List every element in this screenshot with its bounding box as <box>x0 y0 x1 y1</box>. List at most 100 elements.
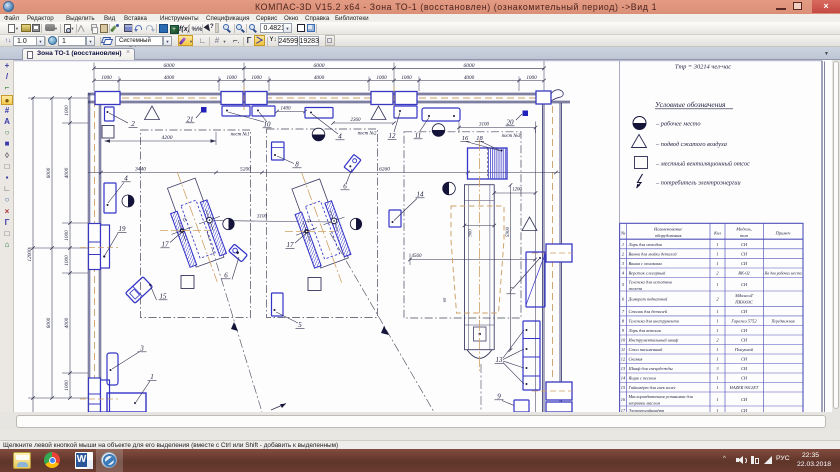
svg-text:Модель,: Модель, <box>735 227 752 233</box>
svg-text:пост №3: пост №3 <box>502 133 521 139</box>
svg-text:заправки маслом: заправки маслом <box>628 400 661 405</box>
svg-text:6000: 6000 <box>464 63 475 69</box>
svg-text:4200: 4200 <box>162 134 173 141</box>
svg-text:13: 13 <box>496 356 504 364</box>
svg-text:9: 9 <box>497 393 501 401</box>
svg-text:СИ: СИ <box>741 366 748 371</box>
svg-text:На два рабочих места: На два рабочих места <box>763 272 801 276</box>
svg-text:1: 1 <box>716 282 718 287</box>
svg-text:СИ: СИ <box>741 282 748 287</box>
svg-text:1400: 1400 <box>281 107 292 112</box>
svg-text:3100: 3100 <box>479 122 490 127</box>
svg-text:2: 2 <box>716 271 719 276</box>
svg-text:12000: 12000 <box>27 248 33 261</box>
svg-text:СИ: СИ <box>741 309 748 314</box>
svg-text:4000: 4000 <box>63 317 70 328</box>
svg-text:Условные обозначения: Условные обозначения <box>655 100 726 109</box>
svg-text:Передвижная: Передвижная <box>770 320 794 324</box>
svg-text:20: 20 <box>507 119 515 127</box>
svg-text:Тележка для остатков: Тележка для остатков <box>629 280 672 285</box>
svg-text:– рабочее место: – рабочее место <box>655 121 700 128</box>
svg-text:7: 7 <box>622 309 625 314</box>
svg-text:6: 6 <box>622 296 625 301</box>
svg-text:ВК-02: ВК-02 <box>738 271 750 276</box>
svg-text:6: 6 <box>343 183 347 191</box>
svg-text:Ванна для мойки деталей: Ванна для мойки деталей <box>629 251 678 256</box>
svg-text:10: 10 <box>621 338 626 343</box>
svg-text:8: 8 <box>295 161 299 169</box>
svg-text:№: № <box>620 231 626 236</box>
svg-text:6: 6 <box>224 272 228 280</box>
svg-text:1000: 1000 <box>101 75 112 81</box>
svg-text:4000: 4000 <box>63 167 70 178</box>
svg-text:1000: 1000 <box>64 380 70 391</box>
svg-text:17: 17 <box>162 241 170 249</box>
svg-text:14: 14 <box>417 191 425 199</box>
svg-text:– подвод сжатого воздуха: – подвод сжатого воздуха <box>655 141 727 148</box>
svg-text:Ларь для ветоши: Ларь для ветоши <box>628 328 662 333</box>
svg-text:1: 1 <box>716 328 718 333</box>
svg-text:1: 1 <box>716 309 718 314</box>
svg-text:1: 1 <box>150 373 154 381</box>
svg-text:1: 1 <box>716 376 718 381</box>
svg-text:5200: 5200 <box>240 166 251 172</box>
svg-text:3: 3 <box>716 366 719 371</box>
svg-text:2: 2 <box>716 296 719 301</box>
svg-text:1000: 1000 <box>526 75 537 81</box>
svg-text:Маслораздаточная установка для: Маслораздаточная установка для <box>628 394 693 399</box>
svg-text:Наименование: Наименование <box>653 227 682 232</box>
svg-text:8: 8 <box>622 319 625 324</box>
svg-text:1: 1 <box>716 242 718 247</box>
svg-text:21: 21 <box>187 116 194 124</box>
svg-text:1: 1 <box>622 242 624 247</box>
svg-text:4000: 4000 <box>164 74 175 81</box>
svg-text:– местный вентиляционный отсо: – местный вентиляционный отсос <box>655 161 750 168</box>
svg-text:6000: 6000 <box>46 317 52 328</box>
svg-text:3: 3 <box>622 261 625 266</box>
svg-text:3: 3 <box>139 345 144 353</box>
svg-text:1: 1 <box>716 385 718 390</box>
svg-text:1000: 1000 <box>64 255 70 266</box>
svg-text:Тележка для инструмента: Тележка для инструмента <box>629 319 680 324</box>
svg-text:4000: 4000 <box>314 74 325 81</box>
svg-text:18: 18 <box>476 135 483 142</box>
svg-text:11: 11 <box>415 132 421 140</box>
svg-text:10: 10 <box>264 121 272 129</box>
svg-text:тип: тип <box>740 233 749 238</box>
svg-text:СИ: СИ <box>741 397 748 402</box>
svg-text:60: 60 <box>442 297 447 302</box>
svg-text:6000: 6000 <box>314 63 325 69</box>
svg-text:4000: 4000 <box>464 74 475 81</box>
svg-text:Гаражи 5752: Гаражи 5752 <box>730 319 757 324</box>
svg-text:12: 12 <box>389 132 397 140</box>
svg-text:– потребитель электроэнергии: – потребитель электроэнергии <box>655 180 741 187</box>
svg-text:СИ: СИ <box>741 357 748 362</box>
svg-text:СИ: СИ <box>741 376 748 381</box>
svg-text:4: 4 <box>124 175 128 183</box>
svg-text:железа: железа <box>629 286 643 291</box>
svg-text:1: 1 <box>716 251 718 256</box>
svg-text:Ларь для отходов: Ларь для отходов <box>628 242 662 247</box>
svg-text:15: 15 <box>160 293 168 301</box>
svg-text:Ванна с опилками: Ванна с опилками <box>629 261 663 266</box>
svg-text:Шкаф для спецодежды: Шкаф для спецодежды <box>628 366 673 371</box>
svg-text:13: 13 <box>621 366 626 371</box>
svg-text:СИ: СИ <box>741 338 748 343</box>
svg-text:Гайковёрт для гаек колес: Гайковёрт для гаек колес <box>628 385 676 390</box>
svg-text:Стол письменный: Стол письменный <box>629 347 664 352</box>
svg-text:4560: 4560 <box>412 254 423 259</box>
svg-text:ЗМалгсиТ: ЗМалгсиТ <box>735 293 754 298</box>
svg-text:1000: 1000 <box>64 105 70 116</box>
svg-text:1000: 1000 <box>376 75 387 81</box>
svg-text:2: 2 <box>622 251 625 256</box>
svg-text:Столик для деталей: Столик для деталей <box>629 309 668 314</box>
svg-text:1000: 1000 <box>251 75 262 81</box>
svg-text:СИ: СИ <box>741 251 748 256</box>
svg-text:17: 17 <box>287 241 295 249</box>
svg-text:Покупной: Покупной <box>734 347 754 352</box>
svg-text:Кол: Кол <box>713 231 721 236</box>
svg-text:1200: 1200 <box>512 188 522 193</box>
svg-text:СИ: СИ <box>741 261 748 266</box>
svg-text:Ящик с песком: Ящик с песком <box>628 376 657 381</box>
svg-text:оборудования: оборудования <box>655 233 682 238</box>
